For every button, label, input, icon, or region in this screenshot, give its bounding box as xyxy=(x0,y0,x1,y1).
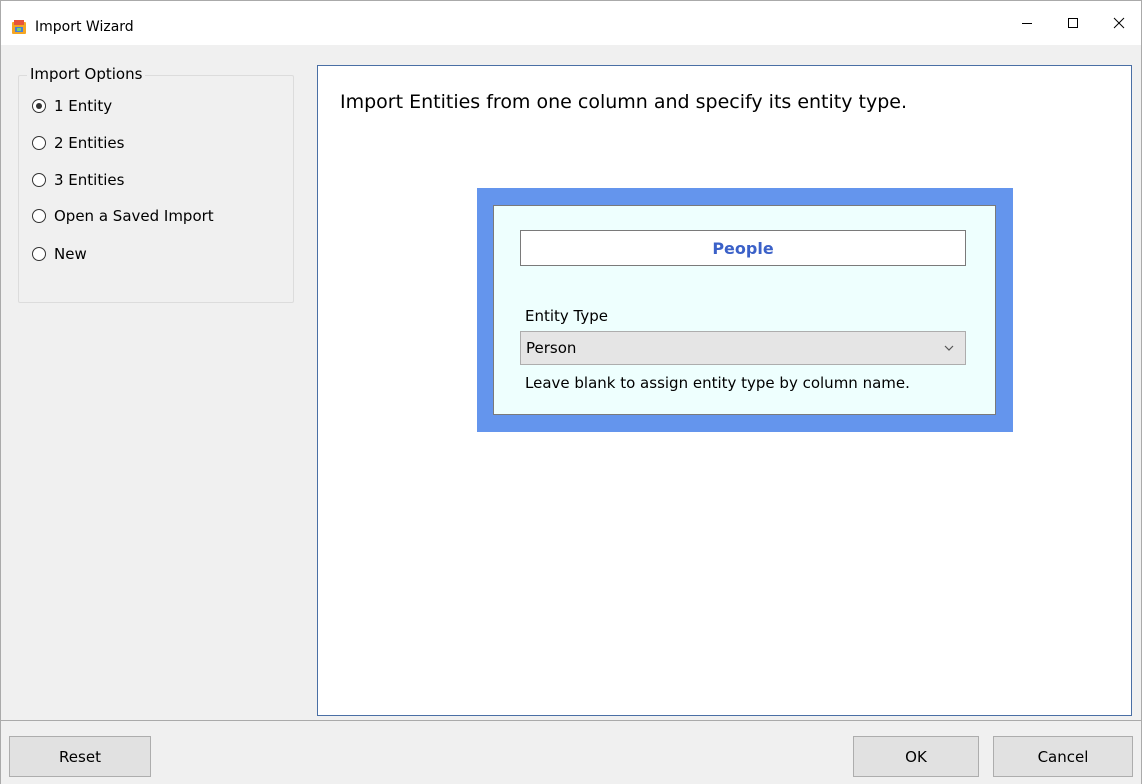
content-panel: Import Entities from one column and spec… xyxy=(317,65,1132,716)
page-description: Import Entities from one column and spec… xyxy=(340,91,908,113)
radio-button[interactable] xyxy=(32,247,46,261)
window-title: Import Wizard xyxy=(35,19,134,35)
chevron-down-icon xyxy=(944,345,954,351)
ok-button[interactable]: OK xyxy=(853,736,979,777)
close-icon xyxy=(1113,17,1125,29)
import-wizard-window: Import Wizard Import Options 1 Entity 2 … xyxy=(0,0,1142,784)
option-1-entity[interactable]: 1 Entity xyxy=(32,95,112,117)
minimize-button[interactable] xyxy=(1004,1,1050,45)
title-bar[interactable]: Import Wizard xyxy=(1,1,1141,45)
entity-type-label: Entity Type xyxy=(525,307,609,325)
entity-type-value: Person xyxy=(526,339,577,357)
radio-button[interactable] xyxy=(32,136,46,150)
options-panel: Import Options 1 Entity 2 Entities 3 Ent… xyxy=(1,45,313,716)
radio-button-checked[interactable] xyxy=(32,99,46,113)
option-3-entities[interactable]: 3 Entities xyxy=(32,169,124,191)
entity-type-select[interactable]: Person xyxy=(520,331,966,365)
radio-button[interactable] xyxy=(32,173,46,187)
cancel-button[interactable]: Cancel xyxy=(993,736,1133,777)
entity-frame: People Entity Type Person Leave blank to… xyxy=(477,188,1013,432)
option-label: 3 Entities xyxy=(54,171,125,189)
close-button[interactable] xyxy=(1096,1,1142,45)
option-label: 1 Entity xyxy=(54,97,113,115)
entity-card: People Entity Type Person Leave blank to… xyxy=(493,205,996,415)
maximize-button[interactable] xyxy=(1050,1,1096,45)
minimize-icon xyxy=(1022,23,1032,24)
reset-button[interactable]: Reset xyxy=(9,736,151,777)
entity-type-hint: Leave blank to assign entity type by col… xyxy=(525,374,910,392)
app-icon xyxy=(12,20,26,34)
option-label: New xyxy=(54,245,87,263)
option-label: Open a Saved Import xyxy=(54,207,214,225)
import-options-legend: Import Options xyxy=(27,65,146,83)
option-2-entities[interactable]: 2 Entities xyxy=(32,132,124,154)
option-open-saved-import[interactable]: Open a Saved Import xyxy=(32,205,214,227)
footer-bar: Reset OK Cancel xyxy=(1,720,1141,784)
radio-button[interactable] xyxy=(32,209,46,223)
option-new[interactable]: New xyxy=(32,243,87,265)
entity-name-field[interactable]: People xyxy=(520,230,966,266)
option-label: 2 Entities xyxy=(54,134,125,152)
maximize-icon xyxy=(1068,18,1078,28)
